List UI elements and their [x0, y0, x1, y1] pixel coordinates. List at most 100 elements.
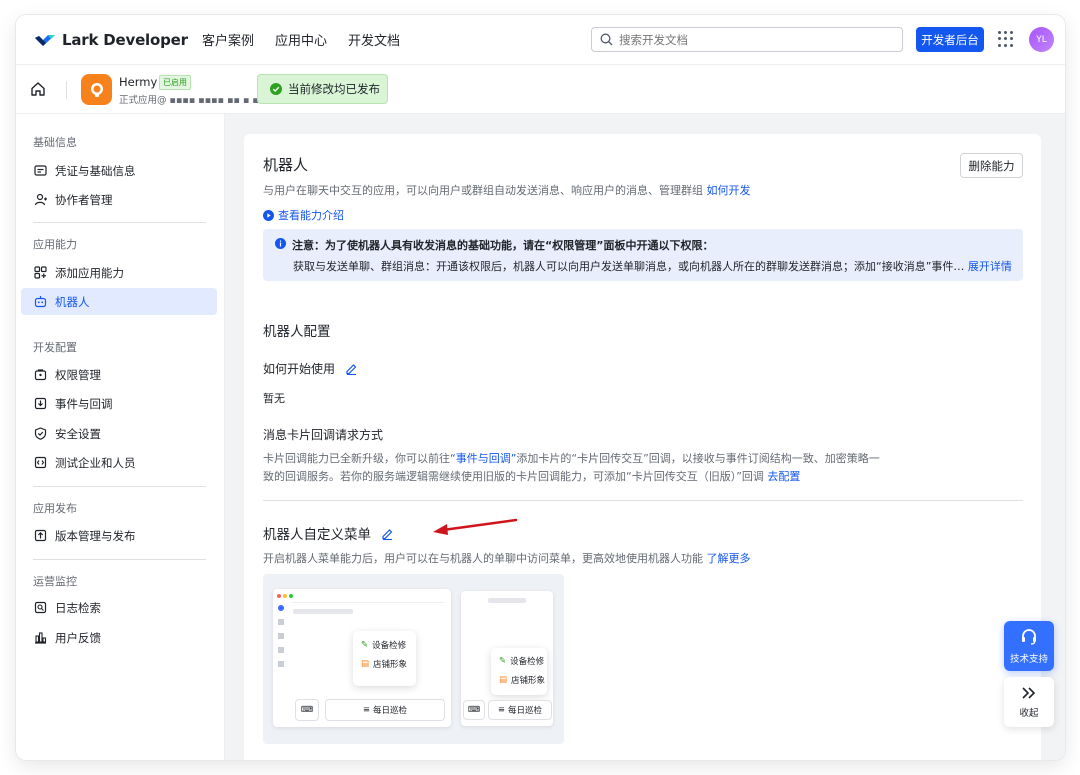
card-callback-text-2: 致的回调服务。若你的服务端逻辑需继续使用旧版的卡片回调能力，可添加“卡片回传交互… — [263, 470, 764, 483]
notice-body-text: 获取与发送单聊、群组消息：开通该权限后，机器人可以向用户发送单聊消息，或向机器人… — [293, 260, 965, 273]
sidebar-divider — [33, 222, 206, 223]
nav-dev-docs[interactable]: 开发文档 — [348, 30, 400, 49]
expand-details-link[interactable]: 展开详情 — [968, 260, 1012, 273]
user-add-icon — [34, 193, 47, 206]
main-content: 机器人 删除能力 与用户在聊天中交互的应用，可以向用户或群组自动发送消息、响应用… — [225, 114, 1065, 760]
go-configure-link[interactable]: 去配置 — [767, 470, 800, 483]
preview-menu-item: ▤ 店铺形象 — [361, 658, 408, 670]
search-input[interactable] — [619, 32, 879, 47]
publish-status-text: 当前修改均已发布 — [288, 82, 380, 96]
events-callbacks-link[interactable]: “事件与回调” — [450, 452, 516, 465]
search-icon — [600, 33, 613, 46]
main-nav: 客户案例 应用中心 开发文档 — [202, 30, 400, 49]
sidebar-item-collaborators[interactable]: 协作者管理 — [21, 186, 217, 213]
description-text: 与用户在聊天中交互的应用，可以向用户或群组自动发送消息、响应用户的消息、管理群组 — [263, 184, 703, 197]
lightbulb-icon — [90, 82, 103, 97]
info-icon — [275, 238, 286, 249]
sidebar-item-label: 添加应用能力 — [55, 265, 124, 280]
sidebar-item-label: 协作者管理 — [55, 192, 113, 207]
edit-icon[interactable] — [381, 527, 394, 540]
sidebar-item-label: 事件与回调 — [55, 396, 113, 411]
capability-description: 与用户在聊天中交互的应用，可以向用户或群组自动发送消息、响应用户的消息、管理群组… — [263, 182, 751, 198]
shield-icon — [34, 427, 47, 440]
preview-menu-item: ✎ 设备检修 — [499, 655, 545, 667]
sidebar-item-test-users[interactable]: 测试企业和人员 — [21, 449, 217, 476]
nav-customer-cases[interactable]: 客户案例 — [202, 30, 254, 49]
collapse-label: 收起 — [1019, 707, 1039, 719]
preview-menu-popup: ✎ 设备检修 ▤ 店铺形象 — [353, 631, 416, 686]
custom-menu-preview-image: ✎ 设备检修 ▤ 店铺形象 ⌨ ≡ 每日巡检 ✎ 设备检修 ▤ 店铺形象 ⌨ ≡ 每日巡检 — [263, 574, 564, 744]
sidebar-item-feedback[interactable]: 用户反馈 — [21, 624, 217, 651]
lark-developer-logo[interactable]: Lark Developer — [34, 31, 202, 49]
preview-keyboard-icon: ⌨ — [463, 700, 485, 720]
card-callback-description: 卡片回调能力已全新升级，你可以前往“事件与回调”添加卡片的“卡片回传交互”回调，… — [263, 450, 903, 486]
sidebar-item-label: 测试企业和人员 — [55, 455, 136, 470]
how-to-start-value: 暂无 — [263, 392, 285, 405]
apps-grid-icon[interactable] — [998, 31, 1014, 47]
section-divider — [263, 500, 1023, 501]
card-callback-text-1b: 添加卡片的“卡片回传交互”回调，以接收与事件订阅结构一致、加密策略一 — [516, 452, 880, 465]
sidebar-item-label: 版本管理与发布 — [55, 528, 136, 543]
sidebar-item-label: 日志检索 — [55, 600, 101, 615]
app-info-bar: Hermy 已启用 正式应用@ ▪▪▪▪ ▪▪▪▪ ▪▪ ▪ ▪▪ 当前修改均已… — [16, 65, 1065, 114]
divider — [66, 81, 67, 99]
wrench-icon: ✎ — [361, 639, 369, 650]
sidebar-item-label: 凭证与基础信息 — [55, 163, 136, 178]
sidebar-item-permissions[interactable]: 权限管理 — [21, 361, 217, 388]
nav-app-center[interactable]: 应用中心 — [275, 30, 327, 49]
robot-capability-card: 机器人 删除能力 与用户在聊天中交互的应用，可以向用户或群组自动发送消息、响应用… — [244, 134, 1041, 760]
top-navigation-bar: Lark Developer 客户案例 应用中心 开发文档 开发者后台 YL — [16, 15, 1065, 65]
sidebar-item-version-release[interactable]: 版本管理与发布 — [21, 522, 217, 549]
preview-bottom-menu-button: ≡ 每日巡检 — [325, 699, 445, 721]
sidebar-item-label: 权限管理 — [55, 367, 101, 382]
edit-icon[interactable] — [345, 362, 358, 375]
sidebar-item-label: 安全设置 — [55, 426, 101, 441]
user-avatar[interactable]: YL — [1029, 27, 1054, 52]
how-to-develop-link[interactable]: 如何开发 — [707, 184, 751, 197]
preview-menu-item: ▤ 店铺形象 — [499, 674, 546, 686]
sidebar-section-title: 应用能力 — [33, 238, 77, 251]
delete-capability-button[interactable]: 删除能力 — [960, 153, 1023, 178]
preview-mobile-menu-popup: ✎ 设备检修 ▤ 店铺形象 — [491, 648, 547, 695]
notice-title: 注意：为了使机器人具有收发消息的基础功能，请在“权限管理”面板中开通以下权限： — [292, 239, 714, 252]
developer-console-button[interactable]: 开发者后台 — [916, 27, 984, 52]
card-callback-title: 消息卡片回调请求方式 — [263, 428, 384, 442]
preview-keyboard-icon: ⌨ — [295, 699, 319, 721]
home-icon[interactable] — [30, 81, 46, 97]
sidebar-divider — [33, 486, 206, 487]
page-title: 机器人 — [263, 156, 309, 174]
permission-notice: 注意：为了使机器人具有收发消息的基础功能，请在“权限管理”面板中开通以下权限： … — [263, 229, 1023, 281]
store-icon: ▤ — [361, 658, 370, 669]
store-icon: ▤ — [499, 674, 508, 685]
menu-lines-icon: ≡ — [497, 705, 506, 715]
sidebar-section-title: 基础信息 — [33, 136, 77, 149]
sidebar-item-events[interactable]: 事件与回调 — [21, 390, 217, 417]
collapse-button[interactable]: 收起 — [1004, 677, 1054, 727]
add-app-icon — [34, 266, 47, 279]
learn-more-link[interactable]: 了解更多 — [707, 552, 751, 565]
preview-menu-item: ✎ 设备检修 — [361, 639, 407, 651]
view-intro-link[interactable]: 查看能力介绍 — [263, 207, 344, 223]
play-circle-icon — [263, 209, 274, 221]
custom-menu-description: 开启机器人菜单能力后，用户可以在与机器人的单聊中访问菜单，更高效地使用机器人功能… — [263, 550, 751, 566]
app-subtitle: 正式应用@ ▪▪▪▪ ▪▪▪▪ ▪▪ ▪ ▪▪ — [119, 95, 266, 106]
preview-header — [291, 593, 445, 603]
preview-sidebar — [277, 605, 285, 715]
test-icon — [34, 456, 47, 469]
sidebar-divider — [33, 559, 206, 560]
preview-mobile-bottom-button: ≡ 每日巡检 — [488, 700, 552, 720]
sidebar-section-title: 开发配置 — [33, 341, 77, 354]
sidebar-item-credentials[interactable]: 凭证与基础信息 — [21, 157, 217, 184]
preview-placeholder — [488, 598, 526, 603]
logo-text: Lark Developer — [62, 30, 188, 49]
id-card-icon — [34, 165, 47, 176]
custom-menu-title: 机器人自定义菜单 — [263, 527, 371, 543]
sidebar-item-robot[interactable]: 机器人 — [21, 288, 217, 315]
search-box[interactable] — [591, 27, 903, 52]
sidebar-item-add-capability[interactable]: 添加应用能力 — [21, 259, 217, 286]
sidebar-item-log-search[interactable]: 日志检索 — [21, 594, 217, 621]
menu-lines-icon: ≡ — [362, 705, 371, 715]
tech-support-button[interactable]: 技术支持 — [1004, 621, 1054, 671]
sidebar-item-security[interactable]: 安全设置 — [21, 420, 217, 447]
app-window: Lark Developer 客户案例 应用中心 开发文档 开发者后台 YL — [16, 15, 1065, 760]
